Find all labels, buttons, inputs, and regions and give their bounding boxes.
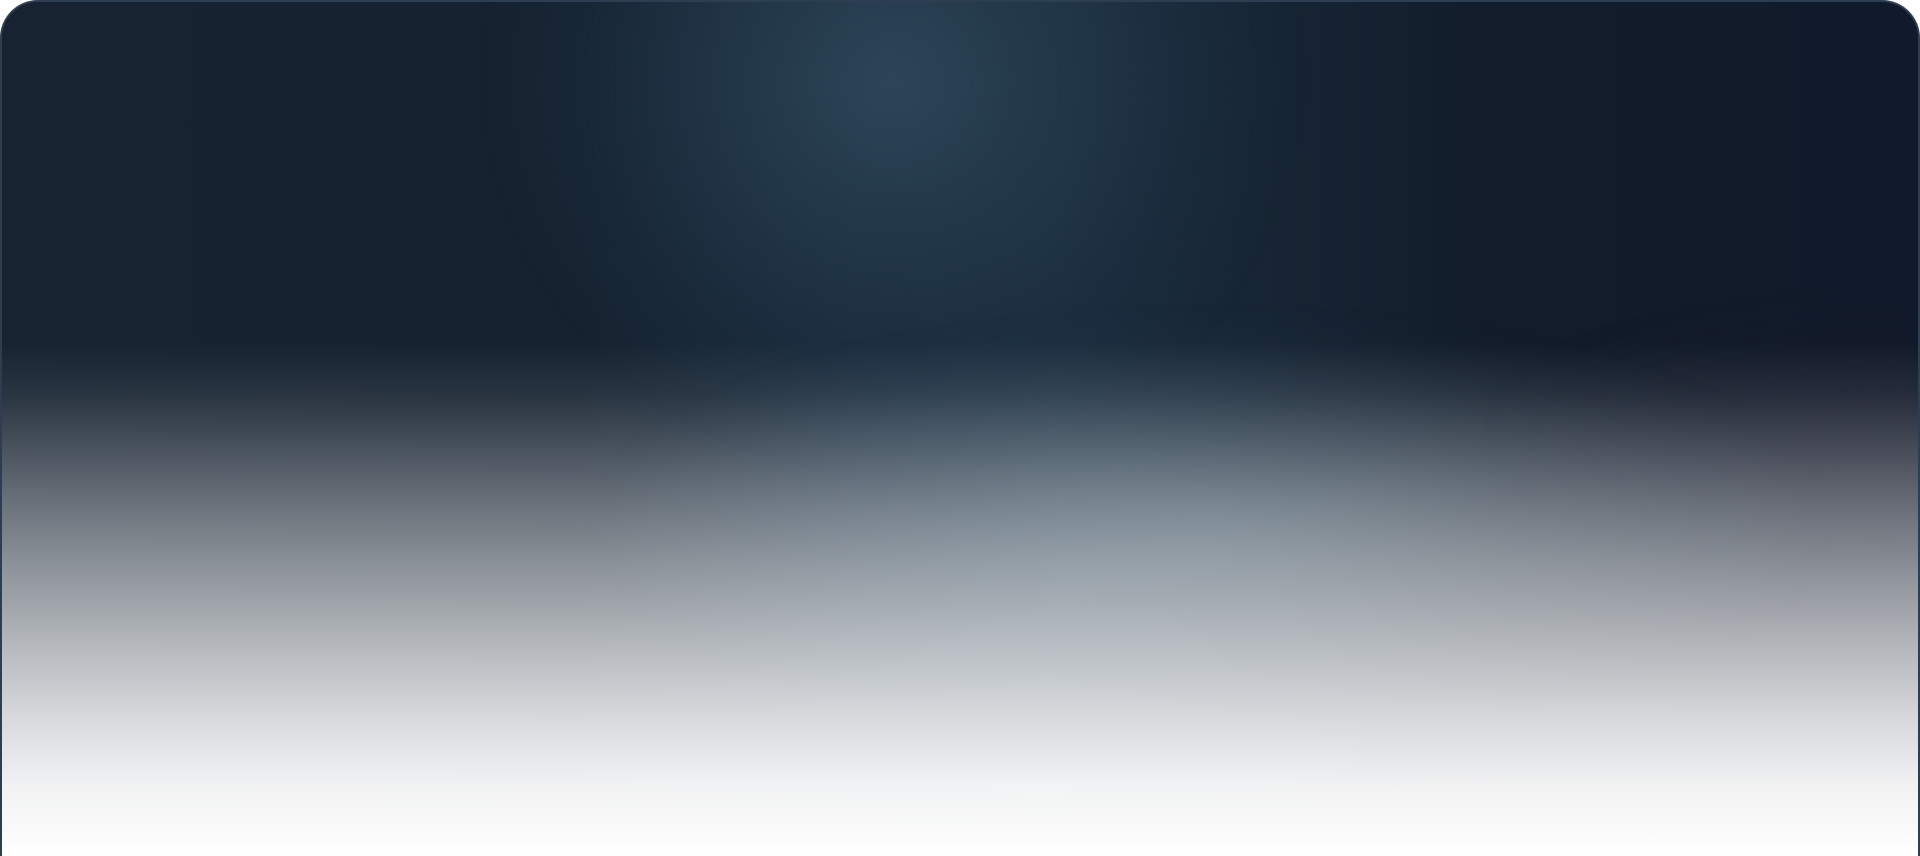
page-viewport [0,0,1920,856]
hero-gradient-panel [0,0,1920,856]
hero-bottom-edge [2,838,1918,856]
hero-bottom-fade [2,342,1918,856]
